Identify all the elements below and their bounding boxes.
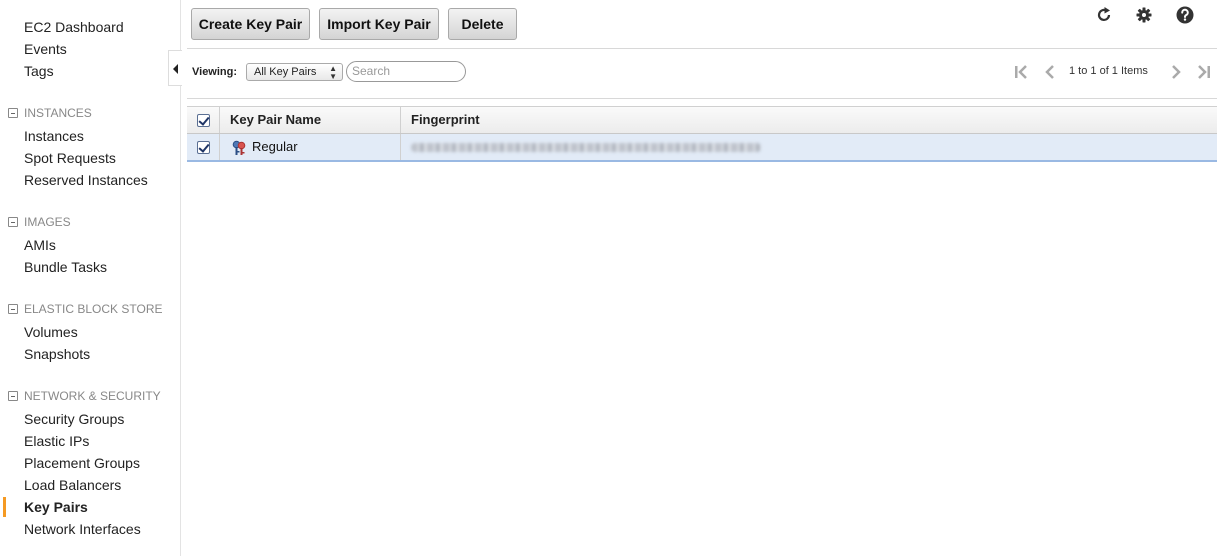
section-title: NETWORK & SECURITY — [24, 389, 161, 403]
column-header-key-pair-name[interactable]: Key Pair Name — [230, 107, 321, 133]
help-icon[interactable] — [1175, 5, 1195, 25]
collapse-minus-icon[interactable] — [8, 391, 18, 401]
toolbar-divider — [187, 48, 1217, 49]
collapse-minus-icon[interactable] — [8, 217, 18, 227]
first-page-icon[interactable] — [1013, 63, 1029, 81]
table-header: Key Pair Name Fingerprint — [187, 106, 1217, 134]
sidebar-nav: EC2 Dashboard Events Tags INSTANCES Inst… — [0, 0, 181, 556]
sidebar-item-elastic-ips[interactable]: Elastic IPs — [24, 432, 89, 450]
sidebar-item-spot-requests[interactable]: Spot Requests — [24, 149, 116, 167]
key-pairs-table: Key Pair Name Fingerprint Regular — [187, 106, 1217, 162]
sidebar-item-reserved-instances[interactable]: Reserved Instances — [24, 171, 148, 189]
section-header-instances[interactable]: INSTANCES — [8, 106, 92, 120]
section-header-network-security[interactable]: NETWORK & SECURITY — [8, 389, 161, 403]
sidebar-item-instances[interactable]: Instances — [24, 127, 84, 145]
row-checkbox[interactable] — [197, 141, 210, 154]
sidebar-item-events[interactable]: Events — [24, 40, 67, 58]
section-title: INSTANCES — [24, 106, 92, 120]
last-page-icon[interactable] — [1196, 63, 1212, 81]
column-divider — [219, 134, 220, 160]
prev-page-icon[interactable] — [1042, 63, 1058, 81]
section-header-images[interactable]: IMAGES — [8, 215, 71, 229]
select-arrows-icon: ▲ ▼ — [329, 64, 337, 81]
sidebar-item-ec2-dashboard[interactable]: EC2 Dashboard — [24, 18, 124, 36]
create-key-pair-button[interactable]: Create Key Pair — [191, 8, 310, 40]
key-pair-icon — [232, 140, 246, 155]
sidebar-item-tags[interactable]: Tags — [24, 62, 54, 80]
key-pair-name: Regular — [252, 139, 298, 154]
next-page-icon[interactable] — [1168, 63, 1184, 81]
search-input[interactable]: Search — [346, 61, 466, 82]
viewing-label: Viewing: — [192, 66, 238, 78]
sidebar-item-placement-groups[interactable]: Placement Groups — [24, 454, 140, 472]
sidebar-item-amis[interactable]: AMIs — [24, 236, 56, 254]
column-divider — [400, 107, 401, 133]
table-row[interactable]: Regular — [187, 134, 1217, 162]
fingerprint-redacted — [411, 143, 761, 152]
sidebar-item-key-pairs[interactable]: Key Pairs — [24, 498, 88, 516]
column-divider — [400, 134, 401, 160]
refresh-icon[interactable] — [1094, 5, 1114, 25]
import-key-pair-button[interactable]: Import Key Pair — [319, 8, 439, 40]
sidebar-item-bundle-tasks[interactable]: Bundle Tasks — [24, 258, 107, 276]
gear-icon[interactable] — [1134, 5, 1154, 25]
column-divider — [219, 107, 220, 133]
section-title: IMAGES — [24, 215, 71, 229]
collapse-minus-icon[interactable] — [8, 304, 18, 314]
collapse-sidebar-toggle[interactable] — [168, 50, 182, 86]
sidebar-item-load-balancers[interactable]: Load Balancers — [24, 476, 121, 494]
sidebar-item-volumes[interactable]: Volumes — [24, 323, 78, 341]
delete-button[interactable]: Delete — [448, 8, 517, 40]
section-title: ELASTIC BLOCK STORE — [24, 302, 163, 316]
viewing-select-value: All Key Pairs — [254, 66, 317, 78]
pagination-text: 1 to 1 of 1 Items — [1069, 65, 1148, 77]
collapse-minus-icon[interactable] — [8, 108, 18, 118]
viewing-select[interactable]: All Key Pairs ▲ ▼ — [246, 63, 343, 81]
section-header-elastic-block-store[interactable]: ELASTIC BLOCK STORE — [8, 302, 163, 316]
select-all-checkbox[interactable] — [197, 114, 210, 127]
active-indicator — [3, 497, 6, 517]
filter-divider — [187, 98, 1217, 99]
column-header-fingerprint[interactable]: Fingerprint — [411, 107, 480, 133]
sidebar-item-snapshots[interactable]: Snapshots — [24, 345, 90, 363]
sidebar-item-security-groups[interactable]: Security Groups — [24, 410, 124, 428]
sidebar-item-network-interfaces[interactable]: Network Interfaces — [24, 520, 141, 538]
